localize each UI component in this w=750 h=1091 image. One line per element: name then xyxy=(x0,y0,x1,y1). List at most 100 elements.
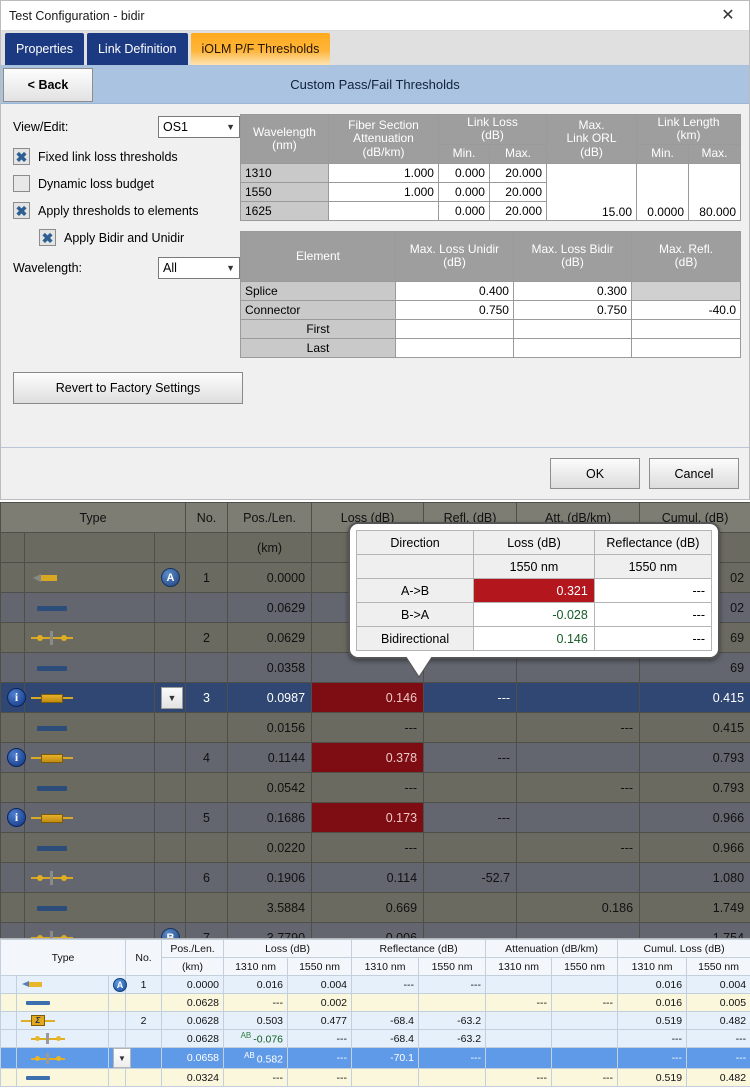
cell-refl xyxy=(423,892,518,923)
cell-pos-unit: (km) xyxy=(227,532,313,563)
th-no[interactable]: No. xyxy=(185,502,229,533)
cell-spacer xyxy=(355,554,475,579)
table-row[interactable]: 6 0.1906 0.114 -52.7 1.080 xyxy=(0,862,750,893)
cell-bidir[interactable]: 0.300 xyxy=(512,280,632,301)
chevron-down-icon[interactable]: ▼ xyxy=(113,1048,131,1068)
table-row[interactable]: 3.5884 0.669 0.186 1.749 xyxy=(0,892,750,923)
th-pos-len[interactable]: Pos./Len. xyxy=(227,502,313,533)
th-no[interactable]: No. xyxy=(125,939,163,976)
cell-pos: 0.0628 xyxy=(161,993,225,1012)
ok-button[interactable]: OK xyxy=(550,458,640,489)
cell-orl[interactable]: 15.00 xyxy=(546,162,637,221)
cell-bidir[interactable] xyxy=(512,337,632,358)
cell-loss-max[interactable]: 20.000 xyxy=(488,181,548,202)
table-row[interactable]: i 5 0.1686 0.173 --- 0.966 xyxy=(0,802,750,833)
cell-length-min[interactable]: 0.0000 xyxy=(636,162,689,221)
checkbox-unchecked-icon: ✖ xyxy=(13,175,30,192)
cell-status[interactable]: i xyxy=(0,742,26,773)
th-cumul-loss[interactable]: Cumul. Loss (dB) xyxy=(617,939,750,958)
checkbox-apply-bidir-and-unidir[interactable]: ✖ Apply Bidir and Unidir xyxy=(13,224,240,251)
dialog-footer: OK Cancel xyxy=(1,447,749,499)
cell-att: --- xyxy=(516,832,641,863)
table-row-selected[interactable]: i ▼ 3 0.0987 0.146 --- 0.415 xyxy=(0,682,750,713)
cell-loss-max[interactable]: 20.000 xyxy=(488,162,548,183)
cell-endpoint-badge: A xyxy=(153,562,187,593)
table-row[interactable]: Σ 2 0.0628 0.503 0.477 -68.4 -63.2 0.519… xyxy=(0,1011,750,1030)
cell-status xyxy=(0,592,25,623)
cancel-button[interactable]: Cancel xyxy=(649,458,739,489)
checkbox-apply-thresholds-to-elements[interactable]: ✖ Apply thresholds to elements xyxy=(13,197,240,224)
cell-refl[interactable]: -40.0 xyxy=(630,299,742,320)
cell-cumul-1310: 0.016 xyxy=(617,975,688,994)
cell-bidir[interactable]: 0.750 xyxy=(512,299,632,320)
th-wavelength-l2: (nm) xyxy=(272,137,297,152)
cell-refl[interactable] xyxy=(630,337,742,358)
cell-spacer xyxy=(153,532,187,563)
th-refl-1310: 1310 nm xyxy=(351,957,420,976)
table-row[interactable]: 0.0324 --- --- --- --- 0.519 0.482 xyxy=(0,1068,750,1087)
cell-refl[interactable] xyxy=(630,318,742,339)
checkbox-fixed-link-loss[interactable]: ✖ Fixed link loss thresholds xyxy=(13,143,240,170)
connector-icon xyxy=(31,1033,65,1045)
th-wavelength: Wavelength (nm) xyxy=(239,114,329,164)
table-row[interactable]: 0.0628 --- 0.002 --- --- 0.016 0.005 xyxy=(0,993,750,1012)
cell-dropdown[interactable]: ▼ xyxy=(153,682,187,713)
cell-unidir[interactable] xyxy=(394,318,514,339)
back-button[interactable]: < Back xyxy=(3,67,93,102)
cell-refl-1310 xyxy=(351,1068,420,1087)
cell-loss-1550: 0.477 xyxy=(287,1011,353,1030)
th-orl-l2: Link ORL xyxy=(566,131,617,146)
tab-iolm-pf-thresholds[interactable]: iOLM P/F Thresholds xyxy=(190,33,331,65)
revert-to-factory-settings-button[interactable]: Revert to Factory Settings xyxy=(13,371,243,404)
th-loss: Loss (dB) xyxy=(473,530,595,555)
cell-attenuation[interactable] xyxy=(327,200,439,221)
cell-bidir[interactable] xyxy=(512,318,632,339)
table-row-selected[interactable]: ▼ 0.0658 AB 0.582 --- -70.1 --- --- --- xyxy=(0,1047,750,1069)
cell-att-1310: --- xyxy=(485,993,553,1012)
cell-unidir[interactable]: 0.750 xyxy=(394,299,514,320)
cell-unidir[interactable]: 0.400 xyxy=(394,280,514,301)
cell-length-max[interactable]: 80.000 xyxy=(688,162,741,221)
table-row[interactable]: 0.0220 --- --- 0.966 xyxy=(0,832,750,863)
close-icon[interactable]: ✕ xyxy=(715,5,741,27)
table-row[interactable]: 0.0156 --- --- 0.415 xyxy=(0,712,750,743)
table-row[interactable]: 0.0542 --- --- 0.793 xyxy=(0,772,750,803)
cell-loss-min[interactable]: 0.000 xyxy=(437,162,490,183)
cell-attenuation[interactable]: 1.000 xyxy=(327,162,439,183)
th-pos-len[interactable]: Pos./Len. xyxy=(161,939,225,958)
cell-no: 2 xyxy=(125,1011,163,1030)
cell-status xyxy=(0,1011,17,1030)
th-reflectance[interactable]: Reflectance (dB) xyxy=(351,939,487,958)
cell-loss-min[interactable]: 0.000 xyxy=(437,200,490,221)
cell-status[interactable]: i xyxy=(0,802,26,833)
cell-unidir[interactable] xyxy=(394,337,514,358)
th-loss[interactable]: Loss (dB) xyxy=(223,939,353,958)
cell-loss-min[interactable]: 0.000 xyxy=(437,181,490,202)
info-icon[interactable]: i xyxy=(7,808,26,827)
cell-no xyxy=(125,993,163,1012)
cell-pos: 0.0542 xyxy=(227,772,313,803)
th-type[interactable]: Type xyxy=(0,939,127,976)
cell-loss-max[interactable]: 20.000 xyxy=(488,200,548,221)
tab-properties[interactable]: Properties xyxy=(5,33,84,65)
cell-dropdown[interactable]: ▼ xyxy=(107,1047,131,1069)
cell-cumul: 0.966 xyxy=(639,832,750,863)
cell-attenuation[interactable]: 1.000 xyxy=(327,181,439,202)
cell-status[interactable]: i xyxy=(0,682,26,713)
table-row[interactable]: i 4 0.1144 0.378 --- 0.793 xyxy=(0,742,750,773)
chevron-down-icon[interactable]: ▼ xyxy=(161,686,183,709)
view-edit-select[interactable]: OS1 ▼ xyxy=(157,116,240,138)
cell-no: 1 xyxy=(185,562,229,593)
th-attenuation[interactable]: Attenuation (dB/km) xyxy=(485,939,619,958)
info-icon[interactable]: i xyxy=(7,748,26,767)
th-fiber-l1: Fiber Section xyxy=(348,117,419,132)
info-icon[interactable]: i xyxy=(7,688,26,707)
cell-cumul-1550: 0.004 xyxy=(686,975,750,994)
checkbox-dynamic-loss-budget[interactable]: ✖ Dynamic loss budget xyxy=(13,170,240,197)
wavelength-select[interactable]: All ▼ xyxy=(157,257,240,279)
tab-link-definition[interactable]: Link Definition xyxy=(86,33,188,65)
table-row[interactable]: A 1 0.0000 0.016 0.004 --- --- 0.016 0.0… xyxy=(0,975,750,994)
th-type[interactable]: Type xyxy=(0,502,187,533)
table-row[interactable]: 0.0628 AB -0.076 --- -68.4 -63.2 --- --- xyxy=(0,1029,750,1048)
cell-cumul-1550: 0.005 xyxy=(686,993,750,1012)
